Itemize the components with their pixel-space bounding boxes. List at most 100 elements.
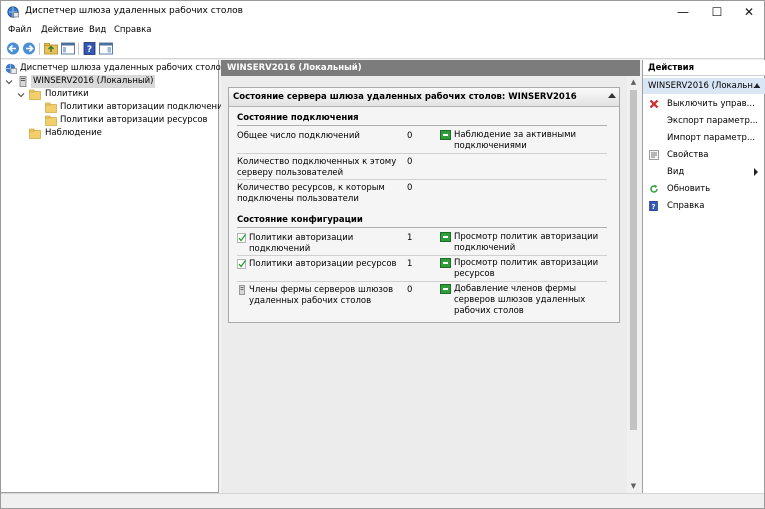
results-pane-header: WINSERV2016 (Локальный) (221, 60, 640, 76)
view-connection-policies-link[interactable]: Просмотр политик авторизации подключений (454, 232, 604, 254)
action-properties[interactable]: Свойства (643, 147, 765, 163)
submenu-arrow-icon (754, 168, 758, 176)
add-farm-members-link[interactable]: Добавление членов фермы серверов шлюзов … (454, 284, 604, 317)
folder-icon (29, 128, 41, 139)
mmc-window: Диспетчер шлюза удаленных рабочих столов… (0, 0, 765, 509)
scroll-down-icon[interactable]: ▼ (627, 480, 640, 493)
action-refresh[interactable]: Обновить (643, 181, 765, 197)
menu-bar: Файл Действие Вид Справка (1, 23, 764, 39)
section-divider (237, 125, 607, 126)
scroll-up-icon[interactable]: ▲ (627, 76, 640, 89)
row-divider (237, 153, 607, 154)
results-pane: WINSERV2016 (Локальный) Состояние сервер… (221, 60, 640, 493)
stat-value: 0 (407, 157, 413, 167)
row-divider (237, 281, 607, 282)
minimize-button[interactable]: — (667, 1, 699, 23)
scrollbar-thumb[interactable] (630, 90, 637, 430)
row-divider (237, 179, 607, 180)
policy-check-icon (237, 233, 247, 243)
action-export-settings[interactable]: Экспорт параметр... (643, 113, 765, 129)
server-farm-icon (239, 285, 245, 295)
tree-item-label: Диспетчер шлюза удаленных рабочих столов (20, 63, 226, 73)
action-label: Обновить (667, 184, 711, 194)
close-button[interactable]: ✕ (733, 1, 765, 23)
panel-title: Состояние сервера шлюза удаленных рабочи… (229, 88, 619, 107)
menu-help[interactable]: Справка (114, 25, 151, 35)
section-heading-configuration: Состояние конфигурации (237, 215, 363, 225)
properties-icon (649, 150, 659, 160)
collapse-chevron-icon[interactable] (5, 78, 13, 86)
tree-item-label: Наблюдение (45, 128, 102, 138)
vertical-scrollbar[interactable]: ▲ ▼ (627, 76, 640, 493)
actions-section-label: WINSERV2016 (Локальн... (648, 81, 761, 91)
green-arrow-link-icon[interactable] (440, 258, 451, 268)
actions-pane: Действия WINSERV2016 (Локальн... Выключи… (642, 60, 765, 493)
svg-text:?: ? (651, 203, 655, 211)
folder-icon (45, 102, 57, 113)
section-heading-connection: Состояние подключения (237, 113, 359, 123)
maximize-button[interactable]: ☐ (701, 1, 733, 23)
tree-item-label: Политики авторизации подключений (60, 102, 229, 112)
up-folder-icon[interactable] (43, 41, 59, 56)
green-arrow-link-icon[interactable] (440, 130, 451, 140)
toolbar-separator (78, 43, 79, 55)
action-label: Выключить управ... (667, 99, 755, 109)
action-label: Экспорт параметр... (667, 116, 759, 126)
action-import-settings[interactable]: Импорт параметр... (643, 130, 765, 146)
back-arrow-icon[interactable] (5, 41, 21, 56)
stat-label: Политики авторизации ресурсов (249, 259, 397, 269)
folder-icon (45, 115, 57, 126)
status-bar (1, 493, 764, 508)
window-title: Диспетчер шлюза удаленных рабочих столов (25, 6, 243, 16)
server-icon (19, 76, 27, 87)
svg-text:?: ? (87, 45, 92, 55)
action-label: Вид (667, 167, 685, 177)
folder-icon (29, 89, 41, 100)
stat-value: 1 (407, 233, 413, 243)
actions-header: Действия (643, 60, 765, 76)
show-hide-tree-icon[interactable] (60, 41, 76, 56)
green-arrow-link-icon[interactable] (440, 232, 451, 242)
view-resource-policies-link[interactable]: Просмотр политик авторизации ресурсов (454, 258, 604, 280)
action-disable-management[interactable]: Выключить управ... (643, 96, 765, 112)
action-label: Импорт параметр... (667, 133, 756, 143)
stat-value: 0 (407, 131, 413, 141)
results-pane-body: Состояние сервера шлюза удаленных рабочи… (221, 76, 627, 493)
menu-action[interactable]: Действие (41, 25, 84, 35)
console-tree-pane: Диспетчер шлюза удаленных рабочих столов… (1, 60, 228, 493)
stat-label: Члены фермы серверов шлюзов удаленных ра… (249, 285, 394, 306)
policy-check-icon (237, 259, 247, 269)
title-bar: Диспетчер шлюза удаленных рабочих столов… (1, 1, 764, 23)
tree-item-label: WINSERV2016 (Локальный) (31, 75, 156, 88)
menu-file[interactable]: Файл (8, 25, 31, 35)
forward-arrow-icon[interactable] (21, 41, 37, 56)
action-view[interactable]: Вид (643, 164, 765, 180)
stat-label: Политики авторизации подключений (249, 233, 354, 254)
stat-label: Общее число подключений (237, 131, 360, 141)
refresh-icon (650, 184, 658, 193)
stat-value: 0 (407, 183, 413, 193)
tree-item-label: Политики авторизации ресурсов (60, 115, 208, 125)
help-icon[interactable]: ? (82, 41, 98, 56)
green-arrow-link-icon[interactable] (440, 284, 451, 294)
row-divider (237, 255, 607, 256)
actions-section-server[interactable]: WINSERV2016 (Локальн... (643, 78, 765, 94)
help-icon: ? (649, 201, 658, 211)
collapse-section-icon[interactable] (754, 83, 760, 88)
show-hide-action-pane-icon[interactable] (98, 41, 114, 56)
menu-view[interactable]: Вид (89, 25, 106, 35)
stat-label: Количество подключенных к этому серверу … (237, 157, 397, 178)
toolbar: ? (1, 39, 764, 59)
monitor-active-connections-link[interactable]: Наблюдение за активными подключениями (454, 130, 604, 152)
collapse-chevron-icon[interactable] (17, 91, 25, 99)
section-divider (237, 227, 607, 228)
stat-label: Количество ресурсов, к которым подключен… (237, 183, 385, 204)
action-label: Свойства (667, 150, 709, 160)
action-label: Справка (667, 201, 705, 211)
collapse-panel-icon[interactable] (608, 93, 616, 98)
action-help[interactable]: ? Справка (643, 198, 765, 214)
rd-gateway-app-icon (7, 6, 19, 18)
rd-gateway-icon (5, 63, 17, 74)
red-x-icon (649, 99, 659, 109)
stat-value: 0 (407, 285, 413, 295)
